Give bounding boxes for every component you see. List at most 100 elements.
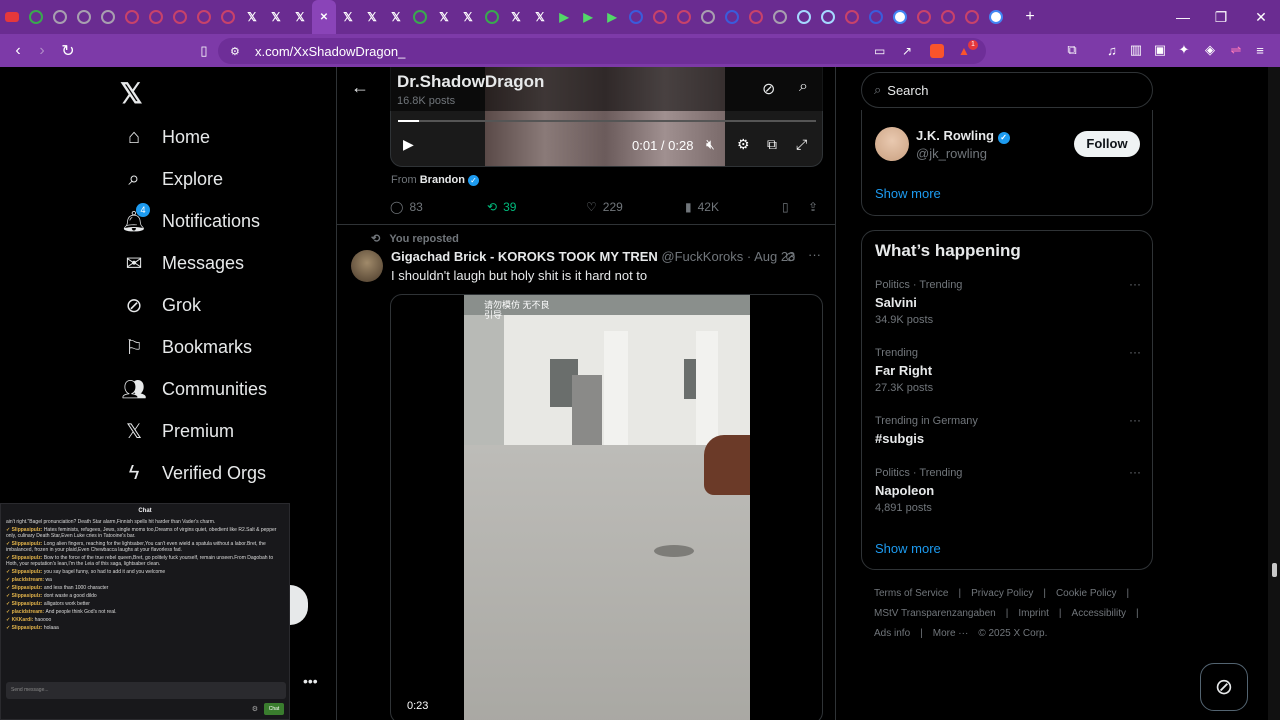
cast-icon[interactable]: ▭ [874, 44, 885, 58]
mute-icon[interactable]: 🔇︎ [706, 136, 715, 153]
menu-icon[interactable]: ≡ [1250, 40, 1270, 60]
nav-item-explore[interactable]: ⌕ Explore [120, 159, 223, 199]
brave-shield-icon[interactable] [930, 44, 944, 58]
search-icon[interactable]: ⌕ [799, 78, 808, 96]
browser-tab[interactable]: 𝕏 [336, 0, 360, 34]
nav-item-messages[interactable]: ✉ Messages [120, 243, 244, 283]
nav-item-bookmarks[interactable]: ⚐ Bookmarks [120, 327, 252, 367]
browser-tab[interactable] [672, 0, 696, 34]
back-arrow-icon[interactable]: ← [351, 77, 369, 98]
chat-username[interactable]: ✓ KKKardi: [6, 617, 35, 623]
follow-name[interactable]: J.K. Rowling ✓ [916, 128, 1010, 144]
browser-tab[interactable] [960, 0, 984, 34]
browser-tab[interactable]: 𝕏 [384, 0, 408, 34]
avatar[interactable] [351, 250, 383, 282]
grok-post-icon[interactable]: ⊘ [785, 249, 796, 265]
chat-username[interactable]: ✓ placidstream: [6, 609, 45, 615]
browser-tab[interactable]: ▶ [552, 0, 576, 34]
fullscreen-icon[interactable]: ⤢ [796, 136, 807, 153]
browser-tab[interactable] [936, 0, 960, 34]
nav-item-home[interactable]: ⌂ Home [120, 117, 210, 157]
footer-link[interactable]: Terms of Service [874, 588, 948, 599]
trend-more-icon[interactable]: ··· [1129, 465, 1141, 479]
browser-tab[interactable]: ▶ [576, 0, 600, 34]
nav-item-notifications[interactable]: 🔔︎ 4 Notifications [120, 201, 260, 241]
trend-item[interactable]: Politics · Trending Napoleon 4,891 posts ··… [875, 465, 1141, 514]
like-button[interactable]: ♡ 229 [586, 200, 623, 214]
browser-tab[interactable]: 𝕏 [432, 0, 456, 34]
browser-tab[interactable]: ▶ [600, 0, 624, 34]
chat-username[interactable]: ✓ Slippasipulz: [6, 585, 44, 591]
address-bar[interactable]: ⚙ x.com/XxShadowDragon_ ▭ ↗ ▲ 1 [218, 38, 986, 64]
play-icon[interactable]: ▶ [403, 136, 414, 153]
bookmark-button[interactable]: ▯ [782, 200, 789, 214]
trend-item[interactable]: Politics · Trending Salvini 34.9K posts ··· [875, 277, 1141, 326]
browser-tab[interactable] [120, 0, 144, 34]
browser-tab[interactable] [168, 0, 192, 34]
chat-username[interactable]: ✓ Slippasipulz: [6, 593, 44, 599]
browser-tab[interactable] [0, 0, 24, 34]
browser-tab[interactable] [144, 0, 168, 34]
share-icon[interactable]: ↗ [902, 44, 912, 58]
site-info-icon[interactable]: ⚙ [230, 45, 240, 58]
browser-tab[interactable]: ✕ [312, 0, 336, 34]
chat-username[interactable]: ✓ Slippasipulz: [6, 625, 44, 631]
browser-tab[interactable] [888, 0, 912, 34]
new-tab-icon[interactable]: + [1018, 0, 1042, 34]
post-handle[interactable]: @FuckKoroks · Aug 23 [661, 249, 795, 264]
video-player-2[interactable]: 请勿模仿 无不良引导 0:23 [390, 294, 823, 720]
browser-tab[interactable]: 𝕏 [360, 0, 384, 34]
reload-icon[interactable]: ↻ [56, 39, 80, 63]
views-button[interactable]: ▮ 42K [685, 200, 719, 214]
show-more-trends[interactable]: Show more [875, 541, 941, 556]
browser-tab[interactable] [48, 0, 72, 34]
browser-tab[interactable] [792, 0, 816, 34]
browser-tab[interactable] [720, 0, 744, 34]
nav-item-communities[interactable]: 👥︎ Communities [120, 369, 267, 409]
chat-input[interactable]: Send message... [6, 682, 286, 699]
forward-icon[interactable]: › [30, 39, 54, 63]
browser-tab[interactable]: 𝕏 [504, 0, 528, 34]
pip-icon[interactable]: ⧉ [767, 136, 777, 153]
bookmark-page-icon[interactable]: ▯ [192, 39, 216, 63]
browser-tab[interactable]: 𝕏 [528, 0, 552, 34]
chat-username[interactable]: ✓ Slippasipulz: [6, 601, 44, 607]
browser-tab[interactable]: 𝕏 [288, 0, 312, 34]
reply-button[interactable]: ◯ 83 [390, 200, 423, 214]
browser-tab[interactable] [96, 0, 120, 34]
chat-settings-icon[interactable]: ⚙ [252, 705, 258, 713]
music-icon[interactable]: ♫ [1102, 40, 1122, 60]
browser-tab[interactable] [648, 0, 672, 34]
browser-tab[interactable] [912, 0, 936, 34]
browser-tab[interactable] [984, 0, 1008, 34]
footer-link[interactable]: Imprint [1018, 608, 1049, 619]
x-logo-icon[interactable]: 𝕏 [120, 77, 143, 110]
wallet-icon[interactable]: ▣ [1150, 40, 1170, 60]
browser-tab[interactable] [216, 0, 240, 34]
nav-item-verified-orgs[interactable]: ϟ Verified Orgs [120, 453, 266, 493]
share-button[interactable]: ⇪ [808, 200, 818, 214]
browser-tab[interactable] [624, 0, 648, 34]
close-window-icon[interactable]: ✕ [1238, 0, 1280, 34]
browser-tab[interactable] [816, 0, 840, 34]
follow-button[interactable]: Follow [1074, 131, 1140, 157]
chat-username[interactable]: ✓ Slippasipulz: [6, 569, 44, 575]
browser-tab[interactable] [864, 0, 888, 34]
post-button-partial[interactable] [290, 585, 308, 625]
chat-send-button[interactable]: Chat [264, 703, 284, 715]
footer-link[interactable]: More ··· [933, 628, 969, 639]
trend-more-icon[interactable]: ··· [1129, 413, 1141, 427]
chat-username[interactable]: ✓ placidstream: [6, 577, 45, 583]
grok-float-icon[interactable]: ⊘ [1200, 663, 1248, 711]
browser-tab[interactable]: 𝕏 [240, 0, 264, 34]
browser-tab[interactable] [72, 0, 96, 34]
page-scrollbar[interactable] [1268, 67, 1280, 720]
browser-tab[interactable] [840, 0, 864, 34]
back-icon[interactable]: ‹ [6, 39, 30, 63]
browser-tab[interactable] [696, 0, 720, 34]
repost-button[interactable]: ⟲ 39 [487, 200, 516, 214]
video-progress-track[interactable] [398, 120, 816, 122]
browser-tab[interactable] [768, 0, 792, 34]
trend-more-icon[interactable]: ··· [1129, 345, 1141, 359]
url-text[interactable]: x.com/XxShadowDragon_ [255, 44, 405, 59]
